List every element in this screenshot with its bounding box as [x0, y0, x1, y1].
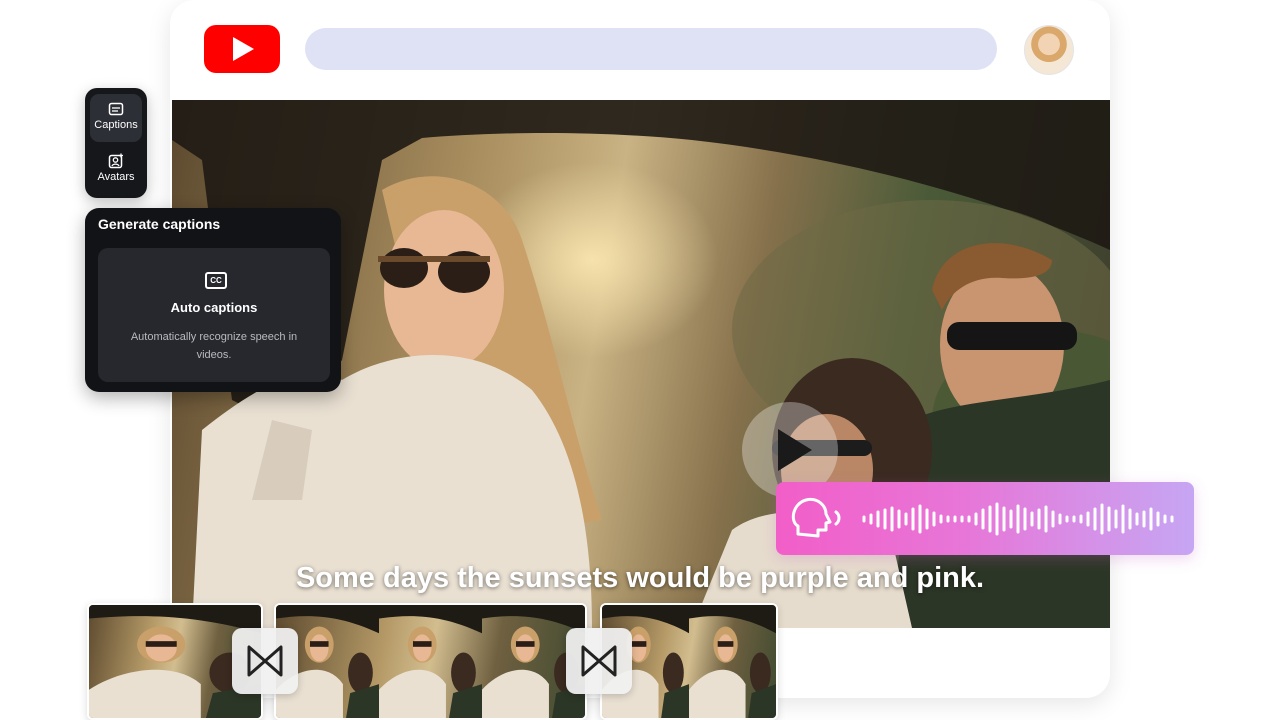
captions-icon [108, 102, 124, 116]
sidebar-item-label: Avatars [97, 171, 135, 183]
transition-button-2[interactable] [566, 628, 632, 694]
clip-thumbnail-image [276, 605, 585, 718]
side-toolbar: Captions Avatars [85, 88, 147, 198]
avatar-add-icon [108, 153, 123, 169]
sidebar-item-label: Captions [94, 119, 138, 131]
search-input[interactable] [305, 28, 997, 70]
panel-title: Generate captions [98, 216, 221, 232]
timeline-clip-2[interactable] [274, 603, 587, 720]
transition-button-1[interactable] [232, 628, 298, 694]
auto-captions-description: Automatically recognize speech in videos… [130, 331, 298, 361]
cc-icon: CC [205, 272, 227, 289]
user-avatar[interactable] [1024, 25, 1074, 75]
youtube-logo-icon[interactable] [204, 25, 280, 73]
sidebar-item-captions[interactable]: Captions [90, 94, 142, 142]
auto-captions-title: Auto captions [170, 300, 258, 315]
generate-captions-panel: Generate captions CC Auto captions Autom… [85, 208, 341, 392]
auto-captions-button[interactable]: CC Auto captions Automatically recognize… [98, 248, 330, 382]
play-icon [778, 429, 812, 471]
speaking-head-icon [791, 497, 1174, 538]
video-subtitle: Some days the sunsets would be purple an… [295, 562, 985, 594]
transition-bowtie-icon [247, 645, 283, 677]
sidebar-item-avatars[interactable]: Avatars [90, 146, 142, 194]
voice-waveform-badge [776, 482, 1194, 555]
transition-bowtie-icon [581, 645, 617, 677]
